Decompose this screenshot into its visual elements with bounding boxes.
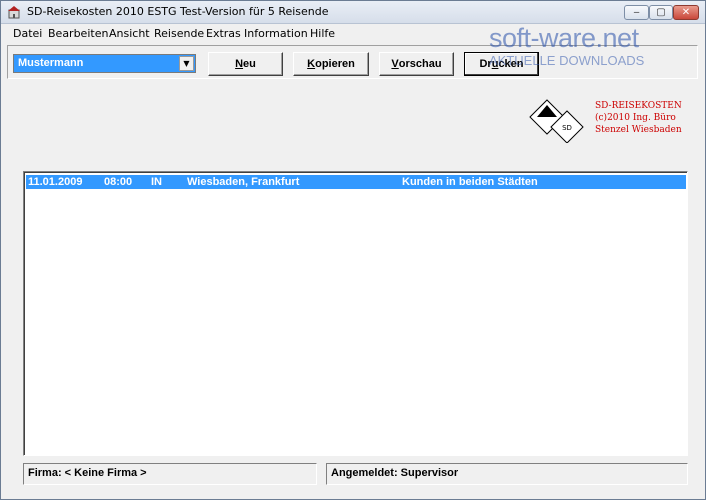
drucken-button-pre: Dr <box>479 58 492 70</box>
trip-time: 08:00 <box>104 176 133 188</box>
copyright-block: SD-REISEKOSTEN (c)2010 Ing. Büro Stenzel… <box>595 100 682 136</box>
maximize-button[interactable]: ▢ <box>649 5 673 20</box>
logo-badge-text: SD <box>562 124 572 132</box>
kopieren-button-label: opieren <box>315 58 355 70</box>
copyright-line-3: Stenzel Wiesbaden <box>595 125 682 135</box>
minimize-button[interactable]: ‒ <box>624 5 649 20</box>
menu-hilfe[interactable]: Hilfe <box>310 27 335 40</box>
close-button[interactable]: ✕ <box>673 5 699 20</box>
drucken-button-accel: u <box>491 58 499 70</box>
menu-bar: Datei Bearbeiten Ansicht Reisende Extras… <box>1 24 705 43</box>
drucken-button-label: cken <box>498 58 524 70</box>
status-company-text: Firma: < Keine Firma > <box>28 467 147 479</box>
trip-type: IN <box>151 176 162 188</box>
neu-button-label: eu <box>243 58 256 70</box>
app-window: SD-Reisekosten 2010 ESTG Test-Version fü… <box>0 0 706 500</box>
traveler-select-value: Mustermann <box>18 57 84 69</box>
window-title: SD-Reisekosten 2010 ESTG Test-Version fü… <box>27 5 329 18</box>
status-company: Firma: < Keine Firma > <box>23 463 317 485</box>
menu-bearbeiten[interactable]: Bearbeiten <box>48 27 108 40</box>
neu-button[interactable]: Neu <box>208 52 283 76</box>
chevron-down-icon[interactable]: ▼ <box>179 56 194 71</box>
menu-extras[interactable]: Extras <box>206 27 241 40</box>
vorschau-button[interactable]: Vorschau <box>379 52 454 76</box>
kopieren-button-accel: K <box>307 58 316 70</box>
sd-logo-icon: SD <box>529 99 584 143</box>
trip-destination: Wiesbaden, Frankfurt <box>187 176 300 188</box>
menu-ansicht[interactable]: Ansicht <box>109 27 150 40</box>
copyright-line-1: SD-REISEKOSTEN <box>595 101 682 111</box>
neu-button-accel: N <box>235 58 244 70</box>
drucken-button[interactable]: Dr u cken <box>464 52 539 76</box>
kopieren-button[interactable]: Kopieren <box>293 52 369 76</box>
close-icon: ✕ <box>681 7 691 18</box>
minimize-icon: ‒ <box>633 7 640 18</box>
title-bar[interactable]: SD-Reisekosten 2010 ESTG Test-Version fü… <box>1 1 705 24</box>
menu-reisende[interactable]: Reisende <box>154 27 204 40</box>
status-login-text: Angemeldet: Supervisor <box>331 467 459 479</box>
table-row[interactable]: 11.01.2009 08:00 IN Wiesbaden, Frankfurt… <box>26 175 686 189</box>
traveler-select[interactable]: Mustermann ▼ <box>13 54 196 73</box>
vorschau-button-accel: V <box>391 58 399 70</box>
vorschau-button-label: orschau <box>398 58 442 70</box>
trip-purpose: Kunden in beiden Städten <box>402 176 538 188</box>
trip-date: 11.01.2009 <box>28 176 83 188</box>
copyright-line-2: (c)2010 Ing. Büro <box>595 113 676 123</box>
menu-datei[interactable]: Datei <box>13 27 42 40</box>
app-icon[interactable] <box>7 5 21 19</box>
trip-list[interactable]: 11.01.2009 08:00 IN Wiesbaden, Frankfurt… <box>23 171 688 456</box>
status-login: Angemeldet: Supervisor <box>326 463 688 485</box>
menu-information[interactable]: Information <box>244 27 308 40</box>
maximize-icon: ▢ <box>656 7 666 18</box>
